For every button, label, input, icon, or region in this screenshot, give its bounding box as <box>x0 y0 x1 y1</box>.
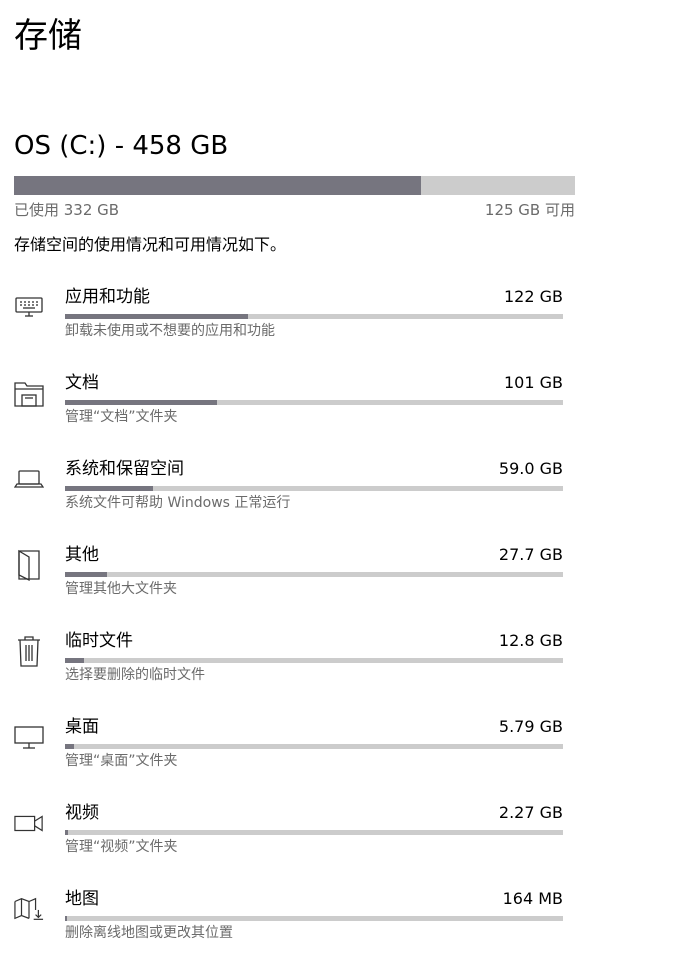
category-usage-bar-fill <box>65 830 69 835</box>
category-usage-bar <box>65 486 563 491</box>
category-other[interactable]: 其他 27.7 GB 管理其他大文件夹 <box>0 542 600 622</box>
category-subtitle: 系统文件可帮助 Windows 正常运行 <box>65 495 291 511</box>
category-usage-bar-fill <box>65 916 67 921</box>
category-size: 12.8 GB <box>498 631 563 650</box>
drive-usage-bar <box>14 176 575 195</box>
category-name: 系统和保留空间 <box>65 459 184 479</box>
folder-icon <box>14 376 44 410</box>
video-camera-icon <box>14 806 44 840</box>
category-usage-bar <box>65 658 563 663</box>
category-usage-bar-fill <box>65 314 248 319</box>
keyboard-icon <box>14 290 44 324</box>
category-subtitle: 管理“文档”文件夹 <box>65 409 178 425</box>
category-subtitle: 删除离线地图或更改其位置 <box>65 925 233 941</box>
category-size: 59.0 GB <box>498 459 563 478</box>
category-desktop[interactable]: 桌面 5.79 GB 管理“桌面”文件夹 <box>0 714 600 794</box>
category-usage-bar <box>65 314 563 319</box>
storage-description: 存储空间的使用情况和可用情况如下。 <box>14 235 287 254</box>
laptop-icon <box>14 462 44 496</box>
page-title: 存储 <box>14 16 82 56</box>
category-name: 地图 <box>65 889 99 909</box>
category-videos[interactable]: 视频 2.27 GB 管理“视频”文件夹 <box>0 800 600 880</box>
category-size: 2.27 GB <box>498 803 563 822</box>
category-name: 其他 <box>65 545 99 565</box>
category-size: 164 MB <box>502 889 563 908</box>
category-subtitle: 管理其他大文件夹 <box>65 581 177 597</box>
category-size: 5.79 GB <box>498 717 563 736</box>
category-subtitle: 卸载未使用或不想要的应用和功能 <box>65 323 275 339</box>
category-name: 桌面 <box>65 717 99 737</box>
category-usage-bar <box>65 400 563 405</box>
category-usage-bar-fill <box>65 658 84 663</box>
category-size: 122 GB <box>504 287 563 306</box>
category-usage-bar <box>65 916 563 921</box>
drive-used-label: 已使用 332 GB <box>14 201 120 219</box>
category-usage-bar <box>65 744 563 749</box>
category-usage-bar <box>65 830 563 835</box>
monitor-icon <box>14 720 44 754</box>
open-folder-icon <box>14 548 44 582</box>
category-maps[interactable]: 地图 164 MB 删除离线地图或更改其位置 <box>0 886 600 966</box>
category-usage-bar-fill <box>65 486 153 491</box>
category-temp-files[interactable]: 临时文件 12.8 GB 选择要删除的临时文件 <box>0 628 600 708</box>
drive-free-label: 125 GB 可用 <box>484 201 575 219</box>
category-usage-bar-fill <box>65 400 218 405</box>
category-name: 临时文件 <box>65 631 133 651</box>
category-usage-bar-fill <box>65 572 107 577</box>
category-name: 应用和功能 <box>65 287 150 307</box>
map-icon <box>14 892 44 926</box>
category-apps[interactable]: 应用和功能 122 GB 卸载未使用或不想要的应用和功能 <box>0 284 600 364</box>
category-usage-bar-fill <box>65 744 74 749</box>
category-documents[interactable]: 文档 101 GB 管理“文档”文件夹 <box>0 370 600 450</box>
trash-icon <box>14 634 44 668</box>
drive-title: OS (C:) - 458 GB <box>14 131 229 161</box>
category-size: 27.7 GB <box>498 545 563 564</box>
category-subtitle: 选择要删除的临时文件 <box>65 667 205 683</box>
category-name: 文档 <box>65 373 99 393</box>
category-system-reserved[interactable]: 系统和保留空间 59.0 GB 系统文件可帮助 Windows 正常运行 <box>0 456 600 536</box>
category-usage-bar <box>65 572 563 577</box>
category-size: 101 GB <box>504 373 563 392</box>
category-name: 视频 <box>65 803 99 823</box>
category-subtitle: 管理“视频”文件夹 <box>65 839 178 855</box>
drive-usage-bar-fill <box>14 176 421 195</box>
category-subtitle: 管理“桌面”文件夹 <box>65 753 178 769</box>
